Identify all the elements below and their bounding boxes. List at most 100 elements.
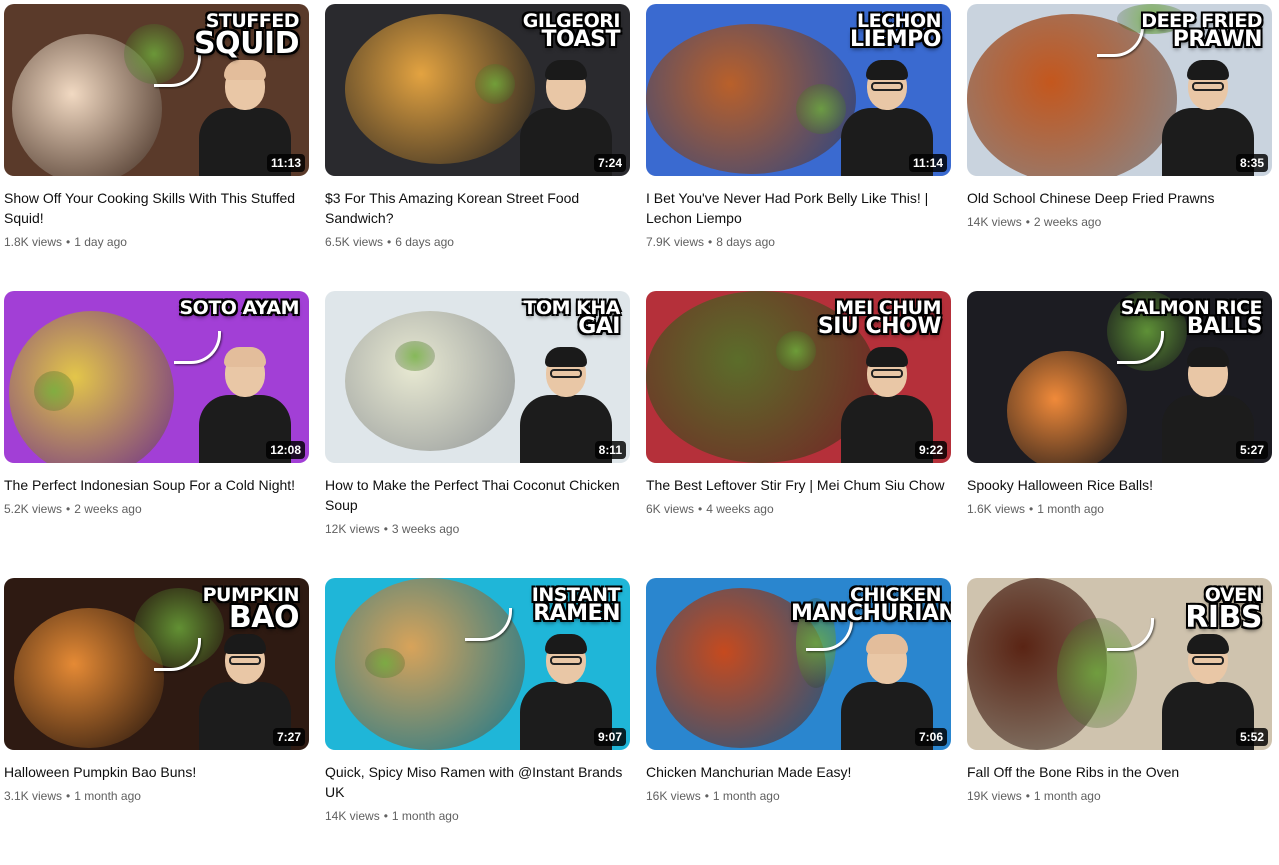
video-thumbnail[interactable]: Oven Ribs 5:52 <box>967 578 1272 750</box>
video-card[interactable]: Salmon Rice Balls 5:27 Spooky Halloween … <box>967 291 1272 578</box>
chef-glasses <box>229 656 261 665</box>
video-card[interactable]: Oven Ribs 5:52 Fall Off the Bone Ribs in… <box>967 578 1272 865</box>
video-card[interactable]: Mei Chum Siu Chow 9:22 The Best Leftover… <box>646 291 951 578</box>
thumbnail-caption-line-2: Ribs <box>1185 600 1262 636</box>
thumbnail-caption: Pumpkin Bao <box>203 585 300 633</box>
chef-hair <box>545 634 587 654</box>
video-thumbnail[interactable]: Gilgeori Toast 7:24 <box>325 4 630 176</box>
thumbnail-caption-line-2: Prawn <box>1172 27 1263 53</box>
video-card[interactable]: Gilgeori Toast 7:24 $3 For This Amazing … <box>325 4 630 291</box>
video-card[interactable]: Soto Ayam 12:08 The Perfect Indonesian S… <box>4 291 309 578</box>
video-title[interactable]: Quick, Spicy Miso Ramen with @Instant Br… <box>325 762 625 802</box>
video-thumbnail[interactable]: Deep Fried Prawn 8:35 <box>967 4 1272 176</box>
video-upload-age: 1 month ago <box>1037 502 1104 516</box>
video-duration-badge: 7:24 <box>593 154 626 172</box>
chef-hair <box>866 347 908 367</box>
video-view-count: 6K views <box>646 502 695 516</box>
thumbnail-food-dish <box>335 578 525 750</box>
metadata-separator-dot: • <box>698 502 703 516</box>
video-thumbnail[interactable]: Stuffed Squid 11:13 <box>4 4 309 176</box>
thumbnail-food-garnish <box>395 341 435 371</box>
video-metadata: 19K views • 1 month ago <box>967 788 1272 804</box>
video-title[interactable]: Old School Chinese Deep Fried Prawns <box>967 188 1267 208</box>
video-thumbnail[interactable]: Chicken Manchurian 7:06 <box>646 578 951 750</box>
chef-hair <box>1187 60 1229 80</box>
video-metadata: 14K views • 2 weeks ago <box>967 214 1272 230</box>
video-view-count: 12K views <box>325 522 380 536</box>
thumbnail-caption: Salmon Rice Balls <box>1121 298 1263 338</box>
video-card[interactable]: Chicken Manchurian 7:06 Chicken Manchuri… <box>646 578 951 865</box>
thumbnail-caption-line-2: Ramen <box>533 601 620 627</box>
metadata-separator-dot: • <box>1029 502 1034 516</box>
thumbnail-caption-line-2: Gai <box>578 314 620 340</box>
thumbnail-food-garnish <box>365 648 405 678</box>
video-card[interactable]: Lechon Liempo 11:14 I Bet You've Never H… <box>646 4 951 291</box>
video-title[interactable]: $3 For This Amazing Korean Street Food S… <box>325 188 625 228</box>
video-metadata: 6K views • 4 weeks ago <box>646 501 951 517</box>
thumbnail-caption: Gilgeori Toast <box>523 11 621 51</box>
video-thumbnail[interactable]: Instant Ramen 9:07 <box>325 578 630 750</box>
thumbnail-food-dish <box>1007 351 1127 463</box>
video-card[interactable]: Stuffed Squid 11:13 Show Off Your Cookin… <box>4 4 309 291</box>
video-metadata: 14K views • 1 month ago <box>325 808 630 824</box>
chef-glasses <box>871 82 903 91</box>
video-duration-badge: 9:22 <box>914 441 947 459</box>
thumbnail-caption: Deep Fried Prawn <box>1141 11 1263 53</box>
video-card[interactable]: Tom Kha Gai 8:11 How to Make the Perfect… <box>325 291 630 578</box>
metadata-separator-dot: • <box>383 522 388 536</box>
video-duration-badge: 7:06 <box>914 728 947 746</box>
video-thumbnail[interactable]: Salmon Rice Balls 5:27 <box>967 291 1272 463</box>
chef-hair <box>1187 634 1229 654</box>
video-metadata: 1.8K views • 1 day ago <box>4 234 309 250</box>
video-thumbnail[interactable]: Mei Chum Siu Chow 9:22 <box>646 291 951 463</box>
video-title[interactable]: Halloween Pumpkin Bao Buns! <box>4 762 304 782</box>
metadata-separator-dot: • <box>1025 215 1030 229</box>
chef-hair <box>224 60 266 80</box>
thumbnail-food-garnish <box>776 331 816 371</box>
video-title[interactable]: Show Off Your Cooking Skills With This S… <box>4 188 304 228</box>
video-title[interactable]: Spooky Halloween Rice Balls! <box>967 475 1267 495</box>
video-upload-age: 1 day ago <box>74 235 127 249</box>
video-duration-badge: 11:13 <box>266 154 305 172</box>
video-title[interactable]: How to Make the Perfect Thai Coconut Chi… <box>325 475 625 515</box>
video-metadata: 16K views • 1 month ago <box>646 788 951 804</box>
metadata-separator-dot: • <box>66 235 71 249</box>
video-duration-badge: 5:52 <box>1235 728 1268 746</box>
video-metadata: 7.9K views • 8 days ago <box>646 234 951 250</box>
video-upload-age: 1 month ago <box>74 789 141 803</box>
video-view-count: 5.2K views <box>4 502 63 516</box>
video-duration-badge: 8:35 <box>1235 154 1268 172</box>
video-thumbnail[interactable]: Pumpkin Bao 7:27 <box>4 578 309 750</box>
video-metadata: 6.5K views • 6 days ago <box>325 234 630 250</box>
thumbnail-caption: Mei Chum Siu Chow <box>818 298 942 338</box>
chef-glasses <box>1192 656 1224 665</box>
thumbnail-caption: Instant Ramen <box>532 585 621 627</box>
video-title[interactable]: The Perfect Indonesian Soup For a Cold N… <box>4 475 304 495</box>
video-title[interactable]: Fall Off the Bone Ribs in the Oven <box>967 762 1267 782</box>
chef-glasses <box>550 656 582 665</box>
video-metadata: 12K views • 3 weeks ago <box>325 521 630 537</box>
video-card[interactable]: Pumpkin Bao 7:27 Halloween Pumpkin Bao B… <box>4 578 309 865</box>
video-view-count: 3.1K views <box>4 789 63 803</box>
video-thumbnail[interactable]: Soto Ayam 12:08 <box>4 291 309 463</box>
video-upload-age: 3 weeks ago <box>391 522 460 536</box>
thumbnail-caption: Stuffed Squid <box>194 11 300 59</box>
video-view-count: 6.5K views <box>325 235 384 249</box>
chef-hair <box>866 60 908 80</box>
thumbnail-caption-line-2: Manchurian <box>791 601 951 627</box>
chef-hair <box>545 347 587 367</box>
chef-glasses <box>871 369 903 378</box>
video-upload-age: 2 weeks ago <box>1033 215 1102 229</box>
video-card[interactable]: Instant Ramen 9:07 Quick, Spicy Miso Ram… <box>325 578 630 865</box>
video-thumbnail[interactable]: Tom Kha Gai 8:11 <box>325 291 630 463</box>
video-thumbnail[interactable]: Lechon Liempo 11:14 <box>646 4 951 176</box>
video-title[interactable]: The Best Leftover Stir Fry | Mei Chum Si… <box>646 475 946 495</box>
metadata-separator-dot: • <box>387 235 392 249</box>
video-grid: Stuffed Squid 11:13 Show Off Your Cookin… <box>4 4 1272 865</box>
thumbnail-caption-line-2: Liempo <box>850 27 941 53</box>
video-card[interactable]: Deep Fried Prawn 8:35 Old School Chinese… <box>967 4 1272 291</box>
video-title[interactable]: Chicken Manchurian Made Easy! <box>646 762 946 782</box>
video-upload-age: 1 month ago <box>1033 789 1101 803</box>
video-title[interactable]: I Bet You've Never Had Pork Belly Like T… <box>646 188 946 228</box>
video-upload-age: 4 weeks ago <box>706 502 774 516</box>
